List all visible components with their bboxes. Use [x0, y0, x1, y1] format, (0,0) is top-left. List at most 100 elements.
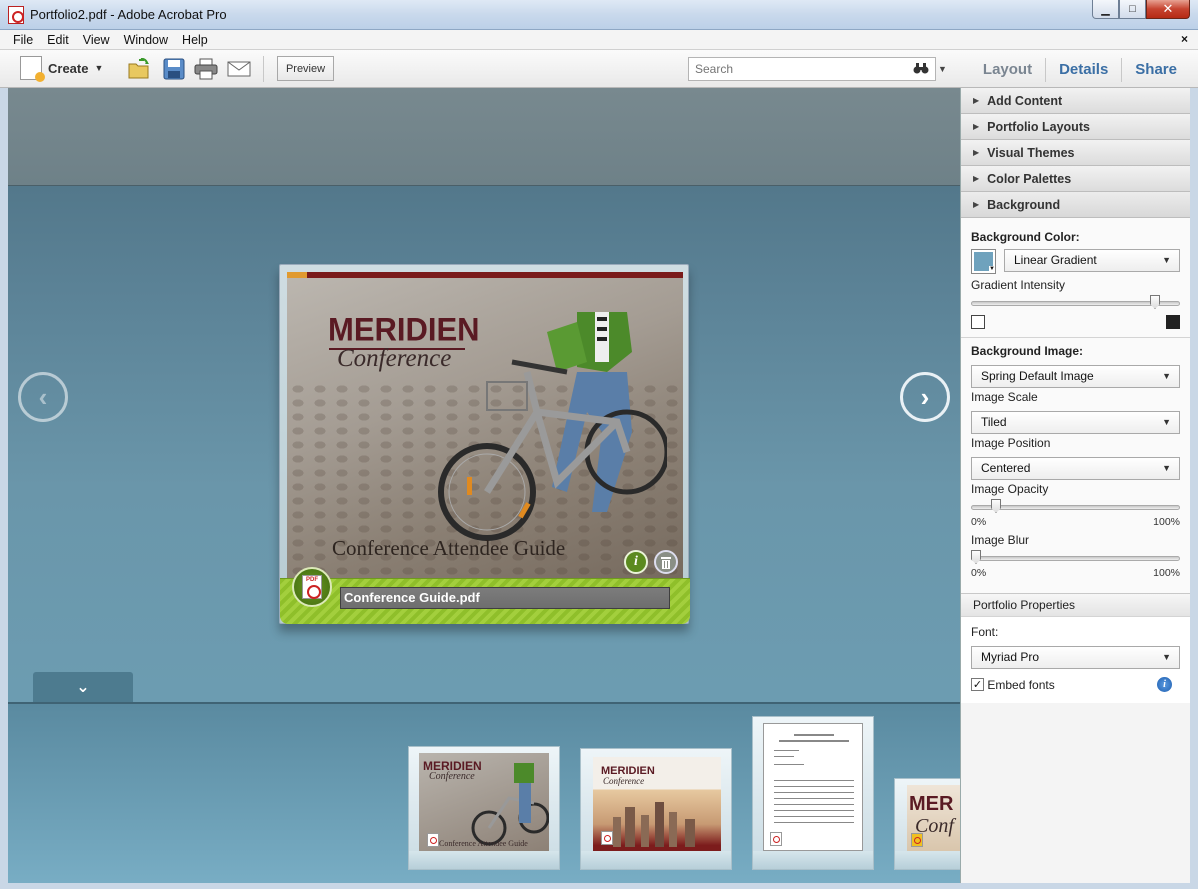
gradient-intensity-label: Gradient Intensity: [971, 278, 1066, 292]
tab-layout[interactable]: Layout: [970, 59, 1045, 81]
chevron-down-icon: ▼: [1162, 255, 1171, 265]
preview-button[interactable]: Preview: [277, 56, 334, 81]
image-opacity-slider[interactable]: [971, 499, 1180, 515]
file-name-field[interactable]: Conference Guide.pdf: [340, 587, 670, 609]
slider-thumb[interactable]: [971, 550, 981, 564]
swatch-dropdown-icon: ▼: [989, 266, 995, 273]
gradient-type-value: Linear Gradient: [1014, 253, 1097, 267]
accordion-label: Background: [987, 197, 1061, 212]
search-input[interactable]: [689, 58, 899, 80]
slider-track: [971, 505, 1180, 510]
image-position-label: Image Position: [971, 436, 1051, 450]
accordion-add-content[interactable]: ▶ Add Content: [961, 88, 1190, 114]
previous-arrow-icon[interactable]: ‹: [18, 372, 68, 422]
close-document-button[interactable]: ×: [1181, 32, 1188, 46]
font-select[interactable]: Myriad Pro ▼: [971, 646, 1180, 669]
open-folder-icon[interactable]: [127, 58, 151, 80]
menu-file[interactable]: File: [6, 33, 40, 47]
image-opacity-label: Image Opacity: [971, 482, 1049, 496]
window-frame-right: [1190, 88, 1198, 883]
triangle-right-icon: ▶: [973, 174, 980, 183]
next-arrow-icon[interactable]: ›: [900, 372, 950, 422]
file-card[interactable]: MERIDIEN Conference Conference Attendee …: [279, 264, 690, 624]
slider-thumb[interactable]: [1150, 295, 1160, 309]
minimize-button[interactable]: ▁: [1092, 0, 1119, 19]
background-color-label: Background Color:: [971, 230, 1080, 244]
background-image-select[interactable]: Spring Default Image ▼: [971, 365, 1180, 388]
cover-thumbnail: MERIDIEN Conference Conference Attendee …: [287, 272, 683, 578]
portfolio-properties-header: Portfolio Properties: [961, 593, 1190, 617]
chevron-down-icon: ▼: [1162, 417, 1171, 427]
background-image-value: Spring Default Image: [981, 369, 1094, 383]
accordion-visual-themes[interactable]: ▶ Visual Themes: [961, 140, 1190, 166]
accordion-label: Color Palettes: [987, 171, 1072, 186]
divider: [961, 337, 1190, 338]
collapse-chevron-double-down-icon[interactable]: ⌄: [33, 672, 133, 702]
slider-thumb[interactable]: [991, 499, 1001, 513]
triangle-right-icon: ▶: [973, 148, 980, 157]
tab-share[interactable]: Share: [1122, 59, 1190, 81]
background-color-swatch[interactable]: ▼: [971, 249, 996, 274]
portfolio-stage: ‹ › MERIDIEN Conference Conference Atten…: [8, 88, 960, 883]
image-scale-label: Image Scale: [971, 390, 1038, 404]
image-blur-label: Image Blur: [971, 533, 1030, 547]
range-min: 0%: [971, 567, 987, 579]
cover-caption: Conference Attendee Guide: [332, 536, 566, 560]
range-max: 100%: [1153, 516, 1180, 528]
accordion-portfolio-layouts[interactable]: ▶ Portfolio Layouts: [961, 114, 1190, 140]
cover-logo-title: MERIDIEN: [328, 311, 480, 348]
thumbnail-base: [895, 851, 960, 869]
file-name-bar: PDF Conference Guide.pdf: [280, 567, 690, 624]
close-window-button[interactable]: ✕: [1146, 0, 1190, 19]
thumbnail-item[interactable]: MERIDIEN Conference Conference Attendee …: [408, 746, 560, 870]
chevron-down-icon: ▼: [1162, 371, 1171, 381]
gradient-type-select[interactable]: Linear Gradient ▼: [1004, 249, 1180, 272]
binoculars-icon[interactable]: [913, 62, 929, 78]
light-square-icon: [971, 315, 985, 329]
image-position-select[interactable]: Centered ▼: [971, 457, 1180, 480]
save-icon[interactable]: [162, 58, 186, 80]
doc-line: [774, 750, 799, 751]
cover-top-stripe: [287, 272, 683, 278]
checkmark-icon: ✓: [972, 679, 983, 692]
slider-track: [971, 301, 1180, 306]
menu-view[interactable]: View: [76, 33, 117, 47]
word-file-icon: [770, 832, 782, 846]
background-image-label: Background Image:: [971, 344, 1084, 358]
menu-edit[interactable]: Edit: [40, 33, 76, 47]
email-icon[interactable]: [227, 58, 251, 80]
maximize-button[interactable]: □: [1119, 0, 1146, 19]
gradient-intensity-slider[interactable]: [971, 295, 1180, 311]
acrobat-pdf-icon: [8, 6, 24, 24]
doc-line: [774, 756, 794, 757]
window-title: Portfolio2.pdf - Adobe Acrobat Pro: [30, 7, 227, 22]
menu-help[interactable]: Help: [175, 33, 215, 47]
portfolio-properties: Font: Myriad Pro ▼ ✓ Embed fonts i: [961, 617, 1190, 703]
accordion-label: Portfolio Layouts: [987, 119, 1090, 134]
embed-fonts-checkbox[interactable]: ✓: [971, 678, 984, 692]
font-value: Myriad Pro: [981, 650, 1040, 664]
create-button[interactable]: Create ▼: [20, 56, 104, 82]
print-icon[interactable]: [194, 58, 218, 80]
window-controls: ▁ □ ✕: [1092, 0, 1190, 19]
dark-square-icon: [1166, 315, 1180, 329]
thumbnail-item[interactable]: MER Conf: [894, 778, 960, 870]
image-scale-value: Tiled: [981, 415, 1007, 429]
accordion-color-palettes[interactable]: ▶ Color Palettes: [961, 166, 1190, 192]
search-options-chevron-icon[interactable]: ▼: [938, 64, 947, 74]
chevron-down-icon: ▼: [94, 63, 104, 73]
thumbnail-item[interactable]: MERIDIEN Conference: [580, 748, 732, 870]
triangle-right-icon: ▶: [973, 200, 980, 209]
menu-window[interactable]: Window: [117, 33, 175, 47]
tab-details[interactable]: Details: [1046, 59, 1121, 81]
image-blur-slider[interactable]: [971, 550, 1180, 566]
info-icon[interactable]: i: [1157, 677, 1172, 692]
image-scale-select[interactable]: Tiled ▼: [971, 411, 1180, 434]
info-icon[interactable]: i: [624, 550, 648, 574]
thumbnail-image: MER Conf: [907, 785, 960, 857]
thumbnail-item[interactable]: [752, 716, 874, 870]
trash-icon[interactable]: [654, 550, 678, 574]
doc-line: [774, 764, 804, 765]
window-frame-bottom: [0, 883, 1198, 889]
accordion-background[interactable]: ▶ Background: [961, 192, 1190, 218]
